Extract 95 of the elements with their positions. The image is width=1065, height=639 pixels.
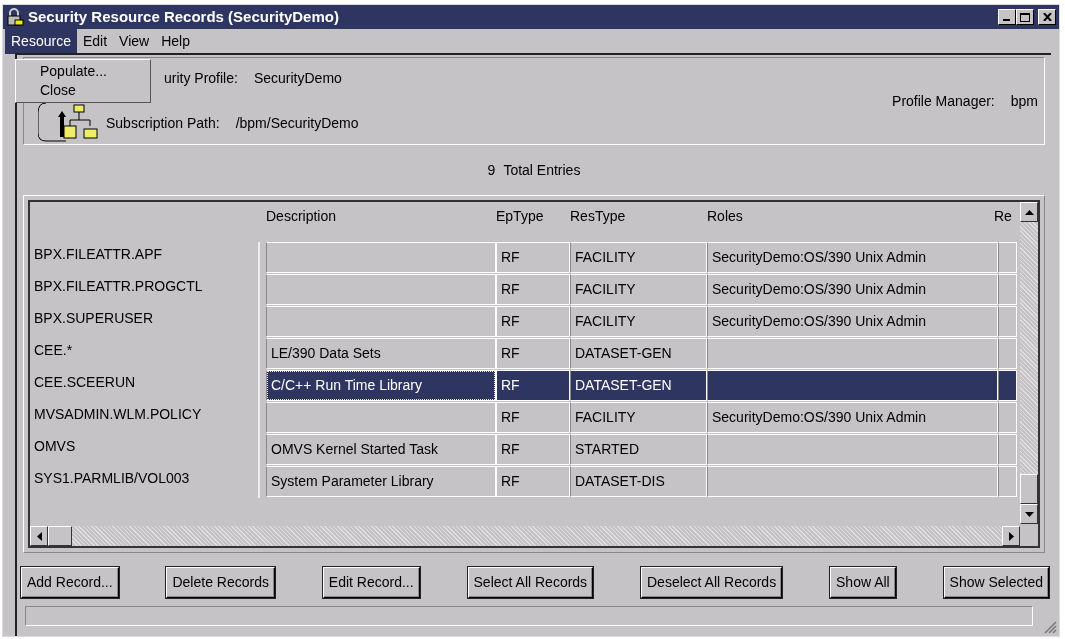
row-header: BPX.SUPERUSER (33, 309, 155, 328)
menu-item[interactable]: Close (16, 81, 150, 100)
scroll-thumb[interactable] (48, 526, 72, 546)
field-value: bpm (1010, 91, 1038, 111)
menu-item[interactable]: Edit (76, 28, 114, 54)
row-header: BPX.FILEATTR.PROGCTL (33, 277, 204, 296)
close-button[interactable] (1038, 9, 1056, 25)
table-cell[interactable]: OMVS Kernel Started Task (266, 434, 496, 465)
menu-item[interactable]: View (113, 28, 156, 54)
entry-count-label: Total Entries (503, 160, 581, 180)
resize-grip-icon[interactable] (1043, 620, 1057, 634)
table-cell[interactable]: RF (496, 274, 570, 305)
row-header: CEE.SCEERUN (33, 373, 137, 392)
column-header[interactable]: Roles (703, 206, 994, 242)
field-value: SecurityDemo (253, 69, 342, 88)
table-cell[interactable] (707, 434, 998, 465)
table-cell[interactable]: FACILITY (570, 306, 707, 337)
field-label: Subscription Path: (106, 114, 220, 133)
table-cell[interactable] (998, 370, 1017, 401)
table-cell[interactable]: STARTED (570, 434, 707, 465)
table-cell[interactable] (998, 274, 1017, 305)
action-button[interactable]: Show All (830, 567, 896, 598)
column-header[interactable]: Re (994, 206, 1016, 242)
table-cell[interactable]: DATASET-DIS (570, 466, 707, 497)
entry-count: 9 (487, 160, 496, 180)
row-header: SYS1.PARMLIB/VOL003 (33, 469, 191, 488)
column-header[interactable]: ResType (566, 206, 703, 242)
action-button[interactable]: Delete Records (166, 567, 275, 598)
table-cell[interactable]: RF (496, 242, 570, 273)
table-cell[interactable]: RF (496, 402, 570, 433)
table-cell[interactable] (266, 274, 496, 305)
table-cell[interactable] (998, 338, 1017, 369)
table-cell[interactable] (266, 402, 496, 433)
table-cell[interactable] (998, 466, 1017, 497)
menu-item[interactable]: Help (155, 28, 196, 54)
action-button[interactable]: Deselect All Records (641, 567, 783, 598)
field-label: Profile Manager: (892, 91, 995, 111)
menu-item[interactable]: Resource (5, 28, 77, 54)
right-arrow-icon (1008, 531, 1014, 541)
scroll-right-button[interactable] (1002, 526, 1020, 546)
table-cell[interactable] (998, 306, 1017, 337)
up-arrow-icon (1024, 209, 1034, 215)
maximize-button[interactable] (1016, 9, 1034, 25)
column-header[interactable]: EpType (492, 206, 566, 242)
field-value: /bpm/SecurityDemo (235, 114, 359, 133)
table-cell[interactable] (266, 242, 496, 273)
table-cell[interactable]: SecurityDemo:OS/390 Unix Admin (707, 402, 998, 433)
window-title: Security Resource Records (SecurityDemo) (28, 6, 339, 27)
folder-tree-icon (38, 102, 98, 142)
table-cell[interactable]: SecurityDemo:OS/390 Unix Admin (707, 306, 998, 337)
table-cell[interactable]: LE/390 Data Sets (266, 338, 496, 369)
lock-icon (6, 8, 24, 26)
table-cell[interactable]: SecurityDemo:OS/390 Unix Admin (707, 242, 998, 273)
table-cell[interactable]: SecurityDemo:OS/390 Unix Admin (707, 274, 998, 305)
action-button[interactable]: Edit Record... (322, 567, 420, 598)
row-header: BPX.FILEATTR.APF (33, 245, 164, 264)
close-icon (1042, 13, 1052, 21)
maximize-icon (1020, 12, 1030, 22)
scroll-up-button[interactable] (1020, 202, 1038, 222)
minimize-button[interactable] (998, 9, 1016, 25)
table-cell[interactable] (998, 242, 1017, 273)
action-button[interactable]: Select All Records (467, 567, 594, 598)
table-cell[interactable]: RF (496, 306, 570, 337)
down-arrow-icon (1024, 511, 1034, 517)
field-label: urity Profile: (164, 69, 238, 88)
table-cell[interactable]: FACILITY (570, 274, 707, 305)
menu-item[interactable]: Populate... (16, 62, 150, 81)
table-cell[interactable] (998, 402, 1017, 433)
table-cell[interactable] (707, 466, 998, 497)
table-cell[interactable]: FACILITY (570, 242, 707, 273)
column-header[interactable]: Description (262, 206, 492, 242)
scroll-left-button[interactable] (30, 526, 48, 546)
table-cell[interactable]: System Parameter Library (266, 466, 496, 497)
table-cell[interactable] (266, 306, 496, 337)
left-arrow-icon (36, 531, 42, 541)
table-cell[interactable] (707, 370, 998, 401)
table-cell[interactable] (707, 338, 998, 369)
row-header: MVSADMIN.WLM.POLICY (33, 405, 203, 424)
table-cell[interactable] (998, 434, 1017, 465)
table-cell[interactable]: RF (496, 370, 570, 401)
scroll-down-button[interactable] (1020, 504, 1038, 524)
scroll-thumb[interactable] (1020, 474, 1038, 504)
table-cell[interactable]: RF (496, 466, 570, 497)
horizontal-scrollbar[interactable] (30, 526, 1020, 546)
table-cell[interactable]: RF (496, 338, 570, 369)
action-button[interactable]: Show Selected (943, 567, 1049, 598)
action-button[interactable]: Add Record... (21, 567, 119, 598)
table-cell[interactable]: C/C++ Run Time Library (266, 370, 496, 401)
row-header: OMVS (33, 437, 77, 456)
vertical-scrollbar[interactable] (1020, 202, 1038, 524)
table-cell[interactable]: DATASET-GEN (570, 370, 707, 401)
table-cell[interactable]: FACILITY (570, 402, 707, 433)
table-cell[interactable]: RF (496, 434, 570, 465)
row-header: CEE.* (33, 341, 74, 360)
table-cell[interactable]: DATASET-GEN (570, 338, 707, 369)
